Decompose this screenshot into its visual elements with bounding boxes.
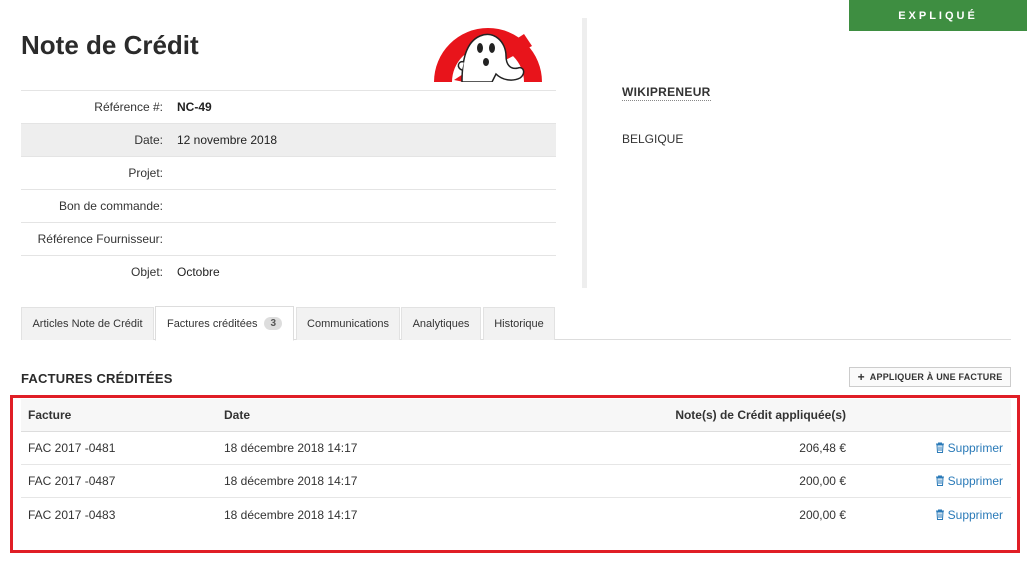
- info-row-subject: Objet: Octobre: [21, 255, 556, 288]
- table-header: Facture Date Note(s) de Crédit appliquée…: [21, 399, 1011, 432]
- delete-link[interactable]: Supprimer: [935, 474, 1003, 488]
- table-row: FAC 2017 -0481 18 décembre 2018 14:17 20…: [21, 432, 1011, 465]
- table-row: FAC 2017 -0487 18 décembre 2018 14:17 20…: [21, 465, 1011, 498]
- credit-amount: 206,48 €: [799, 441, 846, 455]
- invoice-number: FAC 2017 -0481: [28, 441, 116, 455]
- info-label: Objet:: [130, 265, 163, 279]
- page-title: Note de Crédit: [21, 30, 199, 60]
- supplier-name-link[interactable]: WIKIPRENEUR: [622, 85, 711, 101]
- info-value: Octobre: [177, 265, 220, 279]
- tab-label: Communications: [307, 318, 389, 330]
- company-logo: [434, 28, 542, 82]
- invoice-date: 18 décembre 2018 14:17: [224, 441, 358, 455]
- credit-note-info: Référence #: NC-49 Date: 12 novembre 201…: [21, 90, 556, 288]
- info-label: Date:: [134, 133, 163, 147]
- tab-label: Historique: [494, 318, 544, 330]
- column-header-date: Date: [224, 408, 251, 422]
- column-header-invoice: Facture: [28, 408, 72, 422]
- info-row-purchase-order: Bon de commande:: [21, 189, 556, 222]
- info-row-supplier-reference: Référence Fournisseur:: [21, 222, 556, 255]
- count-badge: 3: [264, 317, 283, 330]
- tab-credited-invoices[interactable]: Factures créditées 3: [155, 306, 294, 341]
- apply-button-label: APPLIQUER À UNE FACTURE: [869, 372, 1003, 382]
- info-value: NC-49: [177, 100, 212, 114]
- info-label: Référence Fournisseur:: [37, 232, 163, 246]
- info-row-reference: Référence #: NC-49: [21, 90, 556, 123]
- apply-to-invoice-button[interactable]: + APPLIQUER À UNE FACTURE: [849, 367, 1011, 387]
- tab-label: Analytiques: [412, 318, 470, 330]
- credit-amount: 200,00 €: [799, 474, 846, 488]
- vertical-divider: [582, 18, 587, 288]
- credited-invoices-table: Facture Date Note(s) de Crédit appliquée…: [21, 399, 1011, 531]
- tab-bar: Articles Note de Crédit Factures crédité…: [21, 306, 1011, 341]
- delete-link[interactable]: Supprimer: [935, 508, 1003, 522]
- delete-label: Supprimer: [947, 507, 1003, 522]
- invoice-date: 18 décembre 2018 14:17: [224, 507, 358, 522]
- section-title: FACTURES CRÉDITÉES: [21, 371, 173, 386]
- tab-analytics[interactable]: Analytiques: [401, 307, 481, 340]
- info-label: Bon de commande:: [58, 199, 163, 213]
- tab-label: Articles Note de Crédit: [32, 318, 143, 330]
- column-header-credit-applied: Note(s) de Crédit appliquée(s): [675, 408, 846, 422]
- invoice-date: 18 décembre 2018 14:17: [224, 474, 358, 488]
- delete-link[interactable]: Supprimer: [935, 441, 1003, 455]
- info-row-date: Date: 12 novembre 2018: [21, 123, 556, 156]
- tab-label: Factures créditées: [166, 317, 258, 330]
- status-banner: EXPLIQUÉ: [849, 0, 1027, 31]
- invoice-number: FAC 2017 -0483: [28, 507, 116, 522]
- table-row: FAC 2017 -0483 18 décembre 2018 14:17 20…: [21, 498, 1011, 531]
- plus-icon: +: [857, 370, 865, 384]
- info-row-project: Projet:: [21, 156, 556, 189]
- trash-icon: [935, 475, 944, 486]
- tab-credit-note-items[interactable]: Articles Note de Crédit: [21, 307, 154, 340]
- info-label: Projet:: [128, 166, 163, 180]
- invoice-number: FAC 2017 -0487: [28, 474, 116, 488]
- delete-label: Supprimer: [947, 441, 1003, 455]
- info-label: Référence #:: [94, 100, 163, 114]
- trash-icon: [935, 442, 944, 453]
- trash-icon: [935, 509, 944, 520]
- tab-communications[interactable]: Communications: [296, 307, 400, 340]
- tab-history[interactable]: Historique: [483, 307, 555, 340]
- delete-label: Supprimer: [947, 474, 1003, 488]
- info-value: 12 novembre 2018: [177, 133, 278, 147]
- supplier-country: BELGIQUE: [622, 132, 684, 146]
- credit-amount: 200,00 €: [799, 507, 846, 522]
